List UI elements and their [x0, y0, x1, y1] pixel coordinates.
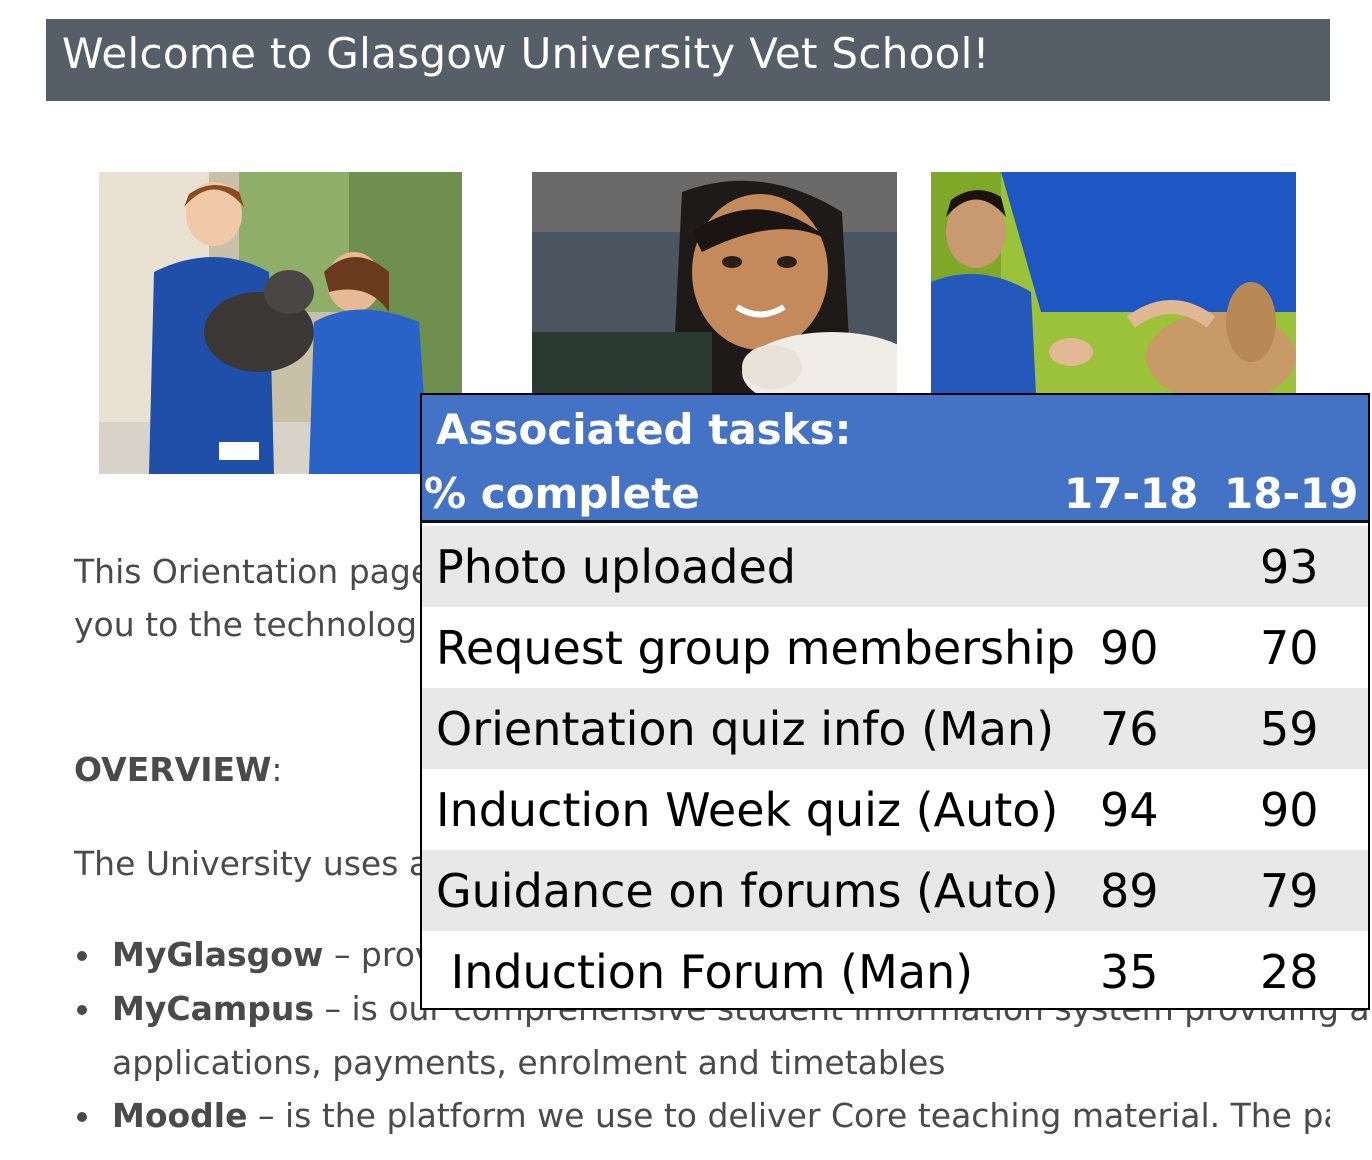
vet-student-examining-rabbit-photo — [931, 172, 1296, 394]
table-title: Associated tasks: — [436, 405, 852, 454]
banner-title: Welcome to Glasgow University Vet School… — [62, 29, 990, 78]
table-header: Associated tasks: % complete 17-18 18-19 — [422, 395, 1368, 523]
task-name: Induction Week quiz (Auto) — [436, 783, 1059, 837]
value-17-18: 90 — [1100, 621, 1159, 675]
bullet-dot — [77, 951, 87, 961]
bullet-dot — [77, 1005, 87, 1015]
overview-heading: OVERVIEW: — [74, 750, 283, 789]
task-name: Induction Forum (Man) — [436, 945, 974, 999]
list-item-moodle: Moodle – is the platform we use to deliv… — [112, 1096, 1330, 1135]
myglasgow-description: – prov — [323, 935, 435, 974]
task-name: Photo uploaded — [436, 540, 797, 594]
overview-colon: : — [271, 750, 283, 789]
value-17-18: 76 — [1100, 702, 1159, 756]
task-name: Orientation quiz info (Man) — [436, 702, 1055, 756]
value-18-19: 93 — [1260, 540, 1319, 594]
table-row: Photo uploaded 93 — [422, 526, 1368, 607]
value-18-19: 70 — [1260, 621, 1319, 675]
value-17-18: 89 — [1100, 864, 1159, 918]
university-text: The University uses a — [74, 844, 430, 883]
moodle-link[interactable]: Moodle — [112, 1096, 248, 1135]
value-18-19: 90 — [1260, 783, 1319, 837]
table-row: Request group membership 90 70 — [422, 607, 1368, 688]
myglasgow-link[interactable]: MyGlasgow — [112, 935, 323, 974]
value-18-19: 59 — [1260, 702, 1319, 756]
intro-text-line-1: This Orientation page — [74, 552, 432, 591]
mycampus-link[interactable]: MyCampus — [112, 989, 314, 1028]
table-row: Orientation quiz info (Man) 76 59 — [422, 688, 1368, 769]
welcome-banner: Welcome to Glasgow University Vet School… — [46, 19, 1330, 101]
percent-complete-label: % complete — [424, 469, 700, 518]
value-18-19: 28 — [1260, 945, 1319, 999]
column-header-17-18: 17-18 — [1064, 469, 1199, 518]
list-item-myglasgow: MyGlasgow – prov — [112, 935, 434, 974]
task-name: Request group membership — [436, 621, 1076, 675]
value-17-18: 35 — [1100, 945, 1159, 999]
associated-tasks-table: Associated tasks: % complete 17-18 18-19… — [420, 393, 1370, 1010]
intro-text-line-2: you to the technologi — [74, 605, 427, 644]
value-18-19: 79 — [1260, 864, 1319, 918]
task-name: Guidance on forums (Auto) — [436, 864, 1059, 918]
overview-heading-label: OVERVIEW — [74, 750, 272, 789]
table-row: Induction Forum (Man) 35 28 — [422, 931, 1368, 1008]
moodle-description: – is the platform we use to deliver Core… — [247, 1096, 1330, 1135]
value-17-18: 94 — [1100, 783, 1159, 837]
mycampus-description-continued: applications, payments, enrolment and ti… — [112, 1043, 946, 1082]
student-selfie-with-lamb-photo — [532, 172, 897, 394]
column-header-18-19: 18-19 — [1224, 469, 1359, 518]
table-row: Induction Week quiz (Auto) 94 90 — [422, 769, 1368, 850]
bullet-dot — [77, 1112, 87, 1122]
table-row: Guidance on forums (Auto) 89 79 — [422, 850, 1368, 931]
vet-students-examining-dog-photo — [99, 172, 462, 474]
